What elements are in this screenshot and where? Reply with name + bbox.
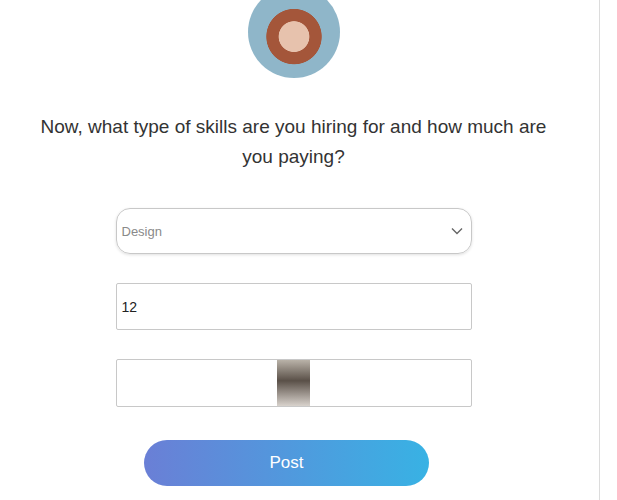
- skill-select[interactable]: Design: [116, 208, 472, 254]
- pay-input-value: 12: [122, 299, 138, 315]
- post-job-page: Now, what type of skills are you hiring …: [0, 0, 600, 500]
- uploaded-image-thumbnail: [277, 360, 310, 406]
- skill-select-value: Design: [122, 224, 162, 239]
- chevron-down-icon: [451, 227, 463, 235]
- question-text: Now, what type of skills are you hiring …: [29, 112, 559, 172]
- pay-input[interactable]: 12: [116, 283, 472, 330]
- image-upload-field[interactable]: [116, 359, 472, 407]
- avatar-photo: [248, 0, 340, 78]
- post-button[interactable]: Post: [144, 440, 429, 486]
